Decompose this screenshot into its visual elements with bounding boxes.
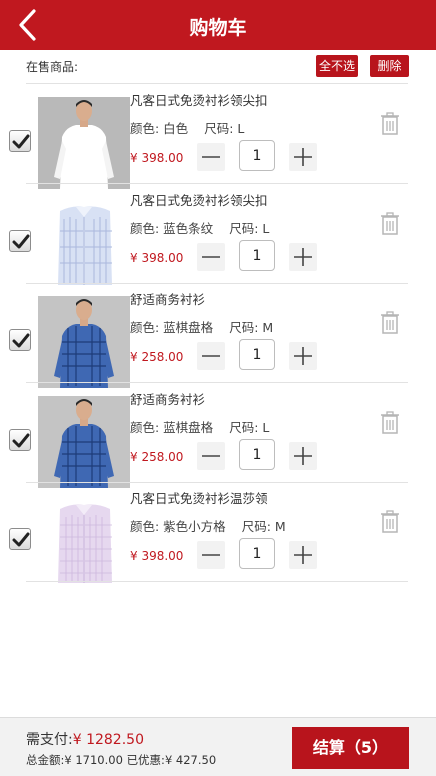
divider: [26, 183, 408, 184]
price: ¥ 398.00: [130, 151, 184, 165]
size-label: 尺码: L: [204, 121, 245, 136]
color-label: 颜色: 紫色小方格: [130, 519, 226, 534]
total-label: 总金额:: [26, 753, 65, 767]
divider: [26, 382, 408, 383]
item-checkbox[interactable]: [9, 429, 31, 451]
item-checkbox[interactable]: [9, 528, 31, 550]
unselect-all-button[interactable]: 全不选: [316, 55, 358, 77]
product-attributes: 颜色: 蓝棋盘格 尺码: M: [130, 317, 273, 336]
trash-icon[interactable]: [379, 212, 401, 236]
need-pay: 需支付:¥ 1282.50: [26, 729, 144, 749]
quantity-input[interactable]: [239, 140, 275, 171]
product-name[interactable]: 凡客日式免烫衬衫领尖扣: [130, 190, 268, 209]
cart-item: 舒适商务衬衫 颜色: 蓝棋盘格 尺码: L ¥ 258.00: [0, 384, 436, 488]
minus-icon[interactable]: [197, 243, 225, 271]
trash-icon[interactable]: [379, 411, 401, 435]
item-checkbox[interactable]: [9, 130, 31, 152]
quantity-input[interactable]: [239, 240, 275, 271]
divider: [26, 83, 408, 84]
product-name[interactable]: 凡客日式免烫衬衫领尖扣: [130, 90, 268, 109]
plus-icon[interactable]: [289, 541, 317, 569]
checkout-button[interactable]: 结算（5）: [292, 727, 409, 769]
need-pay-label: 需支付:: [26, 732, 73, 748]
product-name[interactable]: 凡客日式免烫衬衫温莎领: [130, 488, 268, 507]
price: ¥ 258.00: [130, 450, 184, 464]
size-label: 尺码: L: [229, 420, 270, 435]
cart-item: 凡客日式免烫衬衫温莎领 颜色: 紫色小方格 尺码: M ¥ 398.00: [0, 483, 436, 587]
on-sale-label: 在售商品:: [26, 60, 79, 74]
product-attributes: 颜色: 紫色小方格 尺码: M: [130, 516, 286, 535]
plus-icon[interactable]: [289, 243, 317, 271]
quantity-input[interactable]: [239, 339, 275, 370]
product-image[interactable]: [38, 495, 130, 587]
quantity-input[interactable]: [239, 439, 275, 470]
minus-icon[interactable]: [197, 342, 225, 370]
price: ¥ 258.00: [130, 350, 184, 364]
totals: 总金额:¥ 1710.00 已优惠:¥ 427.50: [26, 752, 216, 768]
divider: [26, 581, 408, 582]
delete-button[interactable]: 删除: [370, 55, 409, 77]
product-image[interactable]: [38, 197, 130, 289]
size-label: 尺码: L: [229, 221, 270, 236]
page-title: 购物车: [189, 17, 247, 39]
product-attributes: 颜色: 蓝色条纹 尺码: L: [130, 218, 269, 237]
size-label: 尺码: M: [241, 519, 286, 534]
trash-icon[interactable]: [379, 311, 401, 335]
color-label: 颜色: 白色: [130, 121, 189, 136]
checkout-footer: 需支付:¥ 1282.50 总金额:¥ 1710.00 已优惠:¥ 427.50…: [0, 717, 436, 776]
minus-icon[interactable]: [197, 541, 225, 569]
cart-item: 凡客日式免烫衬衫领尖扣 颜色: 蓝色条纹 尺码: L ¥ 398.00: [0, 185, 436, 289]
top-header: 购物车: [0, 0, 436, 50]
plus-icon[interactable]: [289, 342, 317, 370]
product-attributes: 颜色: 蓝棋盘格 尺码: L: [130, 417, 269, 436]
quantity-input[interactable]: [239, 538, 275, 569]
cart-item: 凡客日式免烫衬衫领尖扣 颜色: 白色 尺码: L ¥ 398.00: [0, 85, 436, 189]
product-name[interactable]: 舒适商务衬衫: [130, 389, 205, 408]
product-image[interactable]: [38, 97, 130, 189]
price: ¥ 398.00: [130, 549, 184, 563]
trash-icon[interactable]: [379, 112, 401, 136]
trash-icon[interactable]: [379, 510, 401, 534]
plus-icon[interactable]: [289, 143, 317, 171]
size-label: 尺码: M: [229, 320, 274, 335]
minus-icon[interactable]: [197, 442, 225, 470]
item-checkbox[interactable]: [9, 230, 31, 252]
color-label: 颜色: 蓝棋盘格: [130, 320, 214, 335]
product-attributes: 颜色: 白色 尺码: L: [130, 118, 244, 137]
item-checkbox[interactable]: [9, 329, 31, 351]
product-image[interactable]: [38, 396, 130, 488]
minus-icon[interactable]: [197, 143, 225, 171]
discount-label: 已优惠:: [126, 753, 165, 767]
product-image[interactable]: [38, 296, 130, 388]
total-amount: ¥ 1710.00: [64, 753, 123, 767]
cart-item: 舒适商务衬衫 颜色: 蓝棋盘格 尺码: M ¥ 258.00: [0, 284, 436, 388]
product-name[interactable]: 舒适商务衬衫: [130, 289, 205, 308]
price: ¥ 398.00: [130, 251, 184, 265]
subbar: 在售商品: 全不选 删除: [0, 50, 436, 84]
plus-icon[interactable]: [289, 442, 317, 470]
discount-amount: ¥ 427.50: [164, 753, 217, 767]
need-pay-amount: ¥ 1282.50: [72, 732, 144, 748]
color-label: 颜色: 蓝棋盘格: [130, 420, 214, 435]
color-label: 颜色: 蓝色条纹: [130, 221, 214, 236]
